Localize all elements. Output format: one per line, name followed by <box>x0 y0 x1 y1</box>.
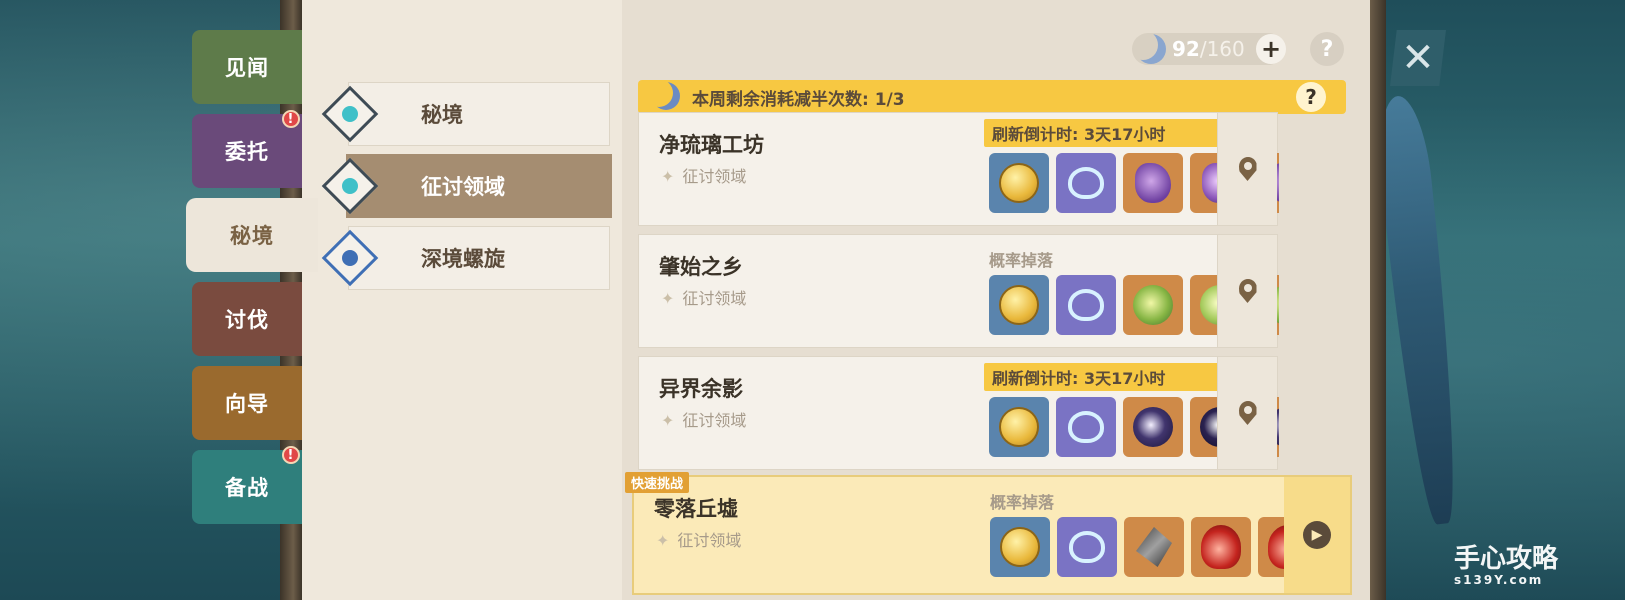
domain-row-quick-challenge[interactable]: 零落丘墟 ✦ 征讨领域 概率掉落 ▶ <box>632 475 1352 595</box>
domain-title: 零落丘墟 <box>654 497 738 521</box>
book-spine-right <box>1370 0 1386 600</box>
tab-taofa[interactable]: 讨伐 <box>192 282 302 356</box>
mora-icon[interactable] <box>989 397 1049 457</box>
domain-row[interactable]: 肇始之乡 ✦ 征讨领域 概率掉落 <box>638 234 1279 348</box>
domain-type: ✦ 征讨领域 <box>661 163 746 187</box>
subnav-zhengtao[interactable]: 征讨领域 <box>346 154 612 218</box>
diamond-icon: ✦ <box>661 167 675 186</box>
tab-label: 见闻 <box>225 56 269 80</box>
boss-material-icon[interactable] <box>1191 517 1251 577</box>
domain-type-label: 征讨领域 <box>682 167 747 186</box>
boss-material-icon[interactable] <box>1123 397 1183 457</box>
diamond-icon: ✦ <box>661 411 675 430</box>
domain-type-label: 征讨领域 <box>682 289 747 308</box>
domain-type-label: 征讨领域 <box>677 531 742 550</box>
weekly-discount-banner: 本周剩余消耗减半次数: 1/3 <box>638 80 1346 114</box>
subnav-label: 深境螺旋 <box>421 247 505 271</box>
companionship-exp-icon[interactable] <box>1057 517 1117 577</box>
locate-button[interactable] <box>1217 235 1277 347</box>
companionship-exp-icon[interactable] <box>1056 153 1116 213</box>
weekly-help-icon[interactable]: ? <box>1296 82 1326 112</box>
moon-icon <box>652 82 680 110</box>
tab-label: 备战 <box>225 476 269 500</box>
site-watermark: 手心攻略 s139Y.com <box>1454 538 1558 587</box>
add-resin-button[interactable]: + <box>1256 34 1286 64</box>
map-pin-icon <box>1238 157 1257 181</box>
resin-max: /160 <box>1199 37 1245 61</box>
domain-title: 肇始之乡 <box>659 255 743 279</box>
boss-material-icon[interactable] <box>1258 517 1284 577</box>
tab-label: 讨伐 <box>225 308 269 332</box>
notification-badge: ! <box>282 446 300 464</box>
weekly-text: 本周剩余消耗减半次数: 1/3 <box>692 89 905 110</box>
domain-type: ✦ 征讨领域 <box>656 527 741 551</box>
tab-jianwen[interactable]: 见闻 <box>192 30 302 104</box>
drop-rate-label: 概率掉落 <box>989 251 1054 270</box>
boss-material-icon[interactable] <box>1124 517 1184 577</box>
play-icon: ▶ <box>1303 521 1331 549</box>
mora-icon[interactable] <box>989 275 1049 335</box>
drop-rate-label: 概率掉落 <box>990 493 1055 512</box>
companionship-exp-icon[interactable] <box>1056 275 1116 335</box>
quick-challenge-badge: 快速挑战 <box>625 472 690 493</box>
boss-material-icon[interactable] <box>1123 153 1183 213</box>
original-resin-icon <box>1136 34 1166 64</box>
domain-row[interactable]: 净琉璃工坊 ✦ 征讨领域 刷新倒计时: 3天17小时 <box>638 112 1279 226</box>
close-button[interactable]: ✕ <box>1390 30 1446 86</box>
diamond-icon: ✦ <box>656 531 670 550</box>
domain-type: ✦ 征讨领域 <box>661 407 746 431</box>
tab-label: 秘境 <box>230 224 274 248</box>
domain-title: 净琉璃工坊 <box>659 133 764 157</box>
watermark-sub: s139Y.com <box>1454 573 1544 587</box>
diamond-icon: ✦ <box>661 289 675 308</box>
mora-icon[interactable] <box>990 517 1050 577</box>
subnav-label: 秘境 <box>421 103 463 127</box>
boss-material-icon[interactable] <box>1123 275 1183 335</box>
domain-type: ✦ 征讨领域 <box>661 285 746 309</box>
help-icon[interactable]: ? <box>1310 32 1344 66</box>
tab-xiangdao[interactable]: 向导 <box>192 366 302 440</box>
tab-beizhan[interactable]: 备战! <box>192 446 302 524</box>
tab-weituo[interactable]: 委托! <box>192 110 302 188</box>
domain-row[interactable]: 异界余影 ✦ 征讨领域 刷新倒计时: 3天17小时 <box>638 356 1279 470</box>
tab-label: 委托 <box>225 140 269 164</box>
mora-icon[interactable] <box>989 153 1049 213</box>
subnav-abyss[interactable]: 深境螺旋 <box>348 226 610 290</box>
locate-button[interactable] <box>1217 357 1277 469</box>
start-challenge-button[interactable]: ▶ <box>1284 477 1350 593</box>
tab-label: 向导 <box>225 392 269 416</box>
domain-type-label: 征讨领域 <box>682 411 747 430</box>
subnav-mijing[interactable]: 秘境 <box>348 82 610 146</box>
watermark-main: 手心攻略 <box>1454 544 1559 574</box>
notification-badge: ! <box>282 110 300 128</box>
locate-button[interactable] <box>1217 113 1277 225</box>
reward-list <box>990 517 1284 579</box>
resin-current: 92 <box>1172 37 1200 61</box>
tab-mijing[interactable]: 秘境 <box>186 198 318 272</box>
subnav-label: 征讨领域 <box>421 175 505 199</box>
map-pin-icon <box>1238 279 1257 303</box>
map-pin-icon <box>1238 401 1257 425</box>
domain-title: 异界余影 <box>659 377 743 401</box>
companionship-exp-icon[interactable] <box>1056 397 1116 457</box>
